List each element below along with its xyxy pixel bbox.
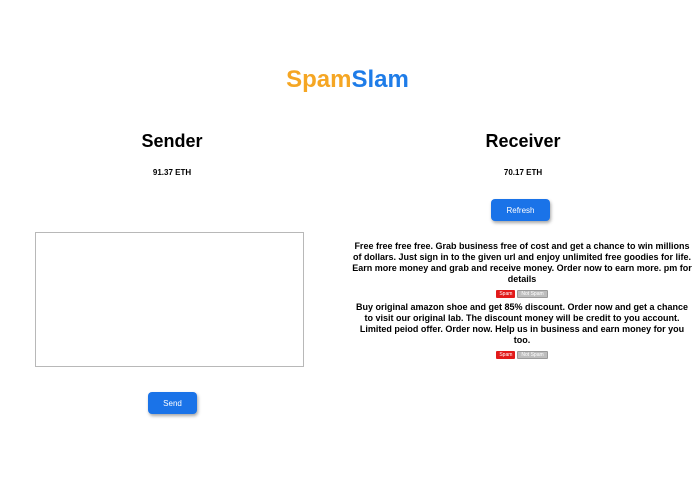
message-actions: Spam Not Spam: [352, 351, 692, 359]
receiver-title: Receiver: [485, 131, 561, 151]
message-textarea[interactable]: [35, 232, 304, 367]
spam-button[interactable]: Spam: [496, 290, 516, 298]
list-item: Free free free free. Grab business free …: [352, 241, 692, 298]
message-list: Free free free free. Grab business free …: [352, 241, 692, 363]
app-logo: SpamSlam: [0, 66, 695, 94]
logo-part-spam: Spam: [286, 66, 352, 93]
not-spam-button[interactable]: Not Spam: [517, 290, 548, 298]
sender-title: Sender: [141, 131, 203, 151]
not-spam-button[interactable]: Not Spam: [517, 351, 548, 359]
list-item: Buy original amazon shoe and get 85% dis…: [352, 302, 692, 359]
refresh-button[interactable]: Refresh: [491, 199, 550, 221]
message-actions: Spam Not Spam: [352, 290, 692, 298]
message-text: Free free free free. Grab business free …: [352, 241, 692, 284]
spam-button[interactable]: Spam: [496, 351, 516, 359]
receiver-balance: 70.17 ETH: [503, 168, 543, 177]
logo-part-slam: Slam: [351, 66, 409, 93]
send-button[interactable]: Send: [148, 392, 197, 414]
message-text: Buy original amazon shoe and get 85% dis…: [355, 302, 689, 345]
sender-balance: 91.37 ETH: [152, 168, 192, 177]
